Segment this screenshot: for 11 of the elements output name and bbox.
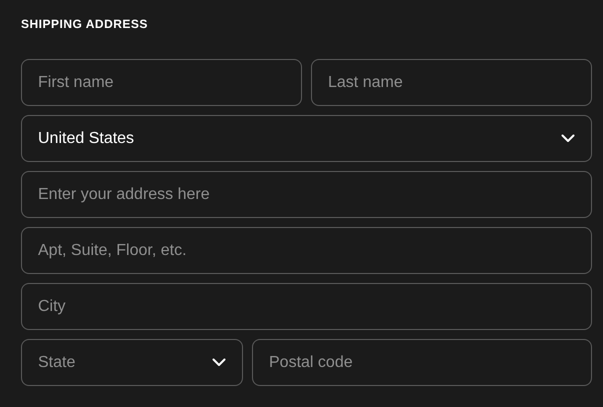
text-field[interactable]: Enter your address here [21, 171, 592, 218]
chevron-down-icon [212, 358, 226, 367]
text-field[interactable]: Last name [311, 59, 592, 106]
section-title: SHIPPING ADDRESS [21, 16, 149, 32]
text-field[interactable]: First name [21, 59, 302, 106]
text-field[interactable]: Postal code [252, 339, 592, 386]
chevron-down-icon [561, 134, 575, 143]
text-field[interactable]: City [21, 283, 592, 330]
text-field[interactable]: Apt, Suite, Floor, etc. [21, 227, 592, 274]
dropdown-field[interactable]: United States [21, 115, 592, 162]
dropdown-field[interactable]: State [21, 339, 243, 386]
